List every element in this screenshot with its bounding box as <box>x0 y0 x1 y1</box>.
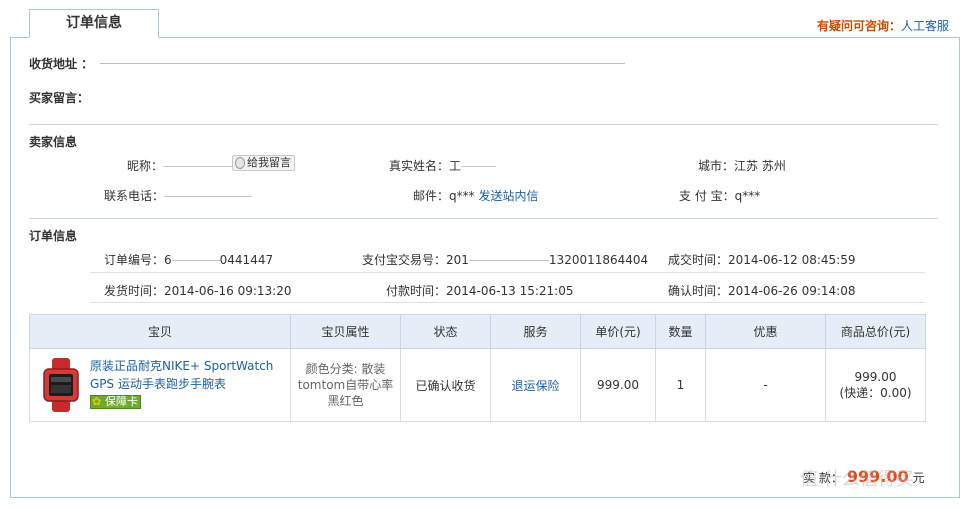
guarantee-card-label: 保障卡 <box>105 395 138 408</box>
service-cell: 退运保险 <box>490 348 581 422</box>
goods-table: 宝贝 宝贝属性 状态 服务 单价(元) 数量 优惠 商品总价(元) 原装正品耐克… <box>29 314 926 422</box>
leave-message-label: 给我留言 <box>247 156 291 169</box>
col-header-attr: 宝贝属性 <box>290 314 401 349</box>
phone-redacted <box>164 196 253 197</box>
attr-cell: 颜色分类: 散装tomtom自带心率黑红色 <box>290 348 401 422</box>
nickname-label: 昵称： <box>127 159 164 173</box>
product-attr: 颜色分类: 散装tomtom自带心率黑红色 <box>297 362 394 408</box>
divider <box>29 218 938 219</box>
alipay-trade-number: 支付宝交易号：201 1320011864404 <box>362 251 648 268</box>
alipay-trade-redacted <box>468 260 549 261</box>
total-unit: 元 <box>912 471 925 485</box>
table-row: 原装正品耐克NIKE+ SportWatch GPS 运动手表跑步手腕表 ✿ 保障… <box>29 348 926 422</box>
tab-row: 订单信息 有疑问可咨询：人工客服 <box>0 0 965 38</box>
confirm-time-label: 确认时间： <box>668 284 729 298</box>
order-number-suffix: 0441447 <box>219 253 274 267</box>
col-header-total: 商品总价(元) <box>825 314 926 349</box>
address-label: 收货地址 ： <box>29 57 94 71</box>
alipay-trade-prefix: 201 <box>446 253 469 267</box>
divider <box>90 302 925 303</box>
seller-realname: 真实姓名：工 <box>389 157 497 174</box>
deal-time: 成交时间：2014-06-12 08:45:59 <box>668 251 855 268</box>
send-site-message-link[interactable]: 发送站内信 <box>478 189 538 203</box>
col-header-price: 单价(元) <box>580 314 656 349</box>
guarantee-card-badge[interactable]: ✿ 保障卡 <box>90 395 141 409</box>
phone-label: 联系电话： <box>104 189 165 203</box>
status-cell: 已确认收货 <box>400 348 491 422</box>
nickname-redacted <box>163 166 234 167</box>
order-section-title: 订单信息 <box>29 229 78 243</box>
flower-icon: ✿ <box>92 395 102 408</box>
address-redacted <box>100 63 625 64</box>
col-header-service: 服务 <box>490 314 581 349</box>
product-title-link[interactable]: 原装正品耐克NIKE+ SportWatch GPS 运动手表跑步手腕表 <box>90 357 290 393</box>
city-value: 江苏 苏州 <box>734 159 786 173</box>
total-cell: 999.00 (快递：0.00) <box>825 348 926 422</box>
alipay-trade-label: 支付宝交易号： <box>362 253 447 267</box>
order-number-prefix: 6 <box>164 253 172 267</box>
product-thumbnail[interactable] <box>38 358 84 412</box>
shipping-note: (快递：0.00) <box>839 385 912 400</box>
price-cell: 999.00 <box>580 348 656 422</box>
leave-message-button[interactable]: 给我留言 <box>232 155 295 171</box>
buyer-message-label: 买家留言： <box>29 91 90 105</box>
seller-phone: 联系电话： <box>104 187 253 204</box>
col-header-discount: 优惠 <box>705 314 826 349</box>
qty-cell: 1 <box>655 348 706 422</box>
email-label: 邮件： <box>413 189 450 203</box>
pay-time-label: 付款时间： <box>386 284 447 298</box>
realname-value: 工 <box>449 159 462 173</box>
ship-time: 发货时间：2014-06-16 09:13:20 <box>104 282 291 299</box>
pay-time: 付款时间：2014-06-13 15:21:05 <box>386 282 573 299</box>
divider <box>90 272 925 273</box>
customer-service-link[interactable]: 人工客服 <box>901 19 949 33</box>
discount-cell: - <box>705 348 826 422</box>
product-cell: 原装正品耐克NIKE+ SportWatch GPS 运动手表跑步手腕表 ✿ 保障… <box>29 348 291 422</box>
item-total: 999.00 <box>854 369 897 384</box>
site-watermark: 值 什么值得买 <box>800 469 914 490</box>
ship-time-value: 2014-06-16 09:13:20 <box>164 284 292 298</box>
order-number-redacted <box>171 260 220 261</box>
col-header-qty: 数量 <box>655 314 706 349</box>
seller-email: 邮件：q*** 发送站内信 <box>413 187 538 204</box>
confirm-time-value: 2014-06-26 09:14:08 <box>728 284 856 298</box>
seller-section-title: 卖家信息 <box>29 135 78 149</box>
ship-time-label: 发货时间： <box>104 284 165 298</box>
divider <box>29 124 938 125</box>
realname-label: 真实姓名： <box>389 159 450 173</box>
order-number: 订单编号：6 0441447 <box>104 251 273 268</box>
tab-order-info[interactable]: 订单信息 <box>29 9 159 38</box>
realname-redacted <box>461 166 497 167</box>
smiley-icon <box>235 157 245 169</box>
email-value: q*** <box>449 189 475 203</box>
seller-nickname: 昵称： <box>127 157 234 174</box>
deal-time-label: 成交时间： <box>668 253 729 267</box>
alipay-trade-suffix: 1320011864404 <box>548 253 649 267</box>
help-contact: 有疑问可咨询：人工客服 <box>817 17 949 34</box>
seller-alipay: 支 付 宝：q*** <box>679 187 760 204</box>
col-header-item: 宝贝 <box>29 314 291 349</box>
alipay-value: q*** <box>734 189 761 203</box>
seller-city: 城市：江苏 苏州 <box>698 157 786 174</box>
order-number-label: 订单编号： <box>104 253 165 267</box>
return-insurance-link[interactable]: 退运保险 <box>511 379 559 393</box>
help-prefix: 有疑问可咨询： <box>816 19 901 33</box>
confirm-time: 确认时间：2014-06-26 09:14:08 <box>668 282 855 299</box>
pay-time-value: 2014-06-13 15:21:05 <box>446 284 574 298</box>
col-header-status: 状态 <box>400 314 491 349</box>
city-label: 城市： <box>698 159 735 173</box>
alipay-label: 支 付 宝： <box>679 189 735 203</box>
deal-time-value: 2014-06-12 08:45:59 <box>728 253 856 267</box>
table-header-row: 宝贝 宝贝属性 状态 服务 单价(元) 数量 优惠 商品总价(元) <box>29 314 926 349</box>
